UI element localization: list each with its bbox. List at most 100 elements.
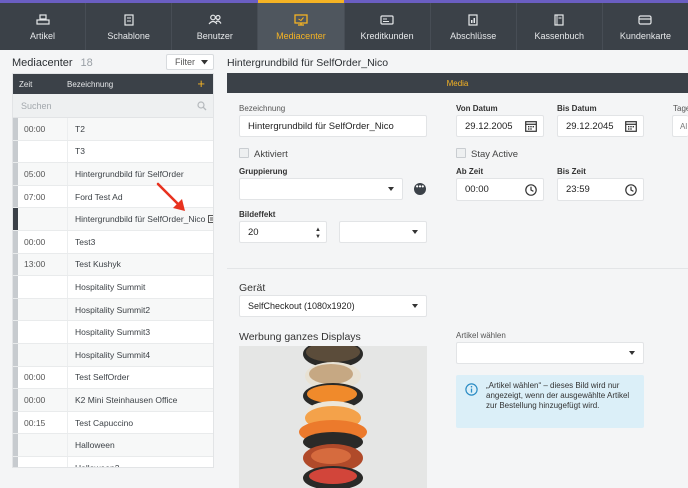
geraet-select[interactable]: SelfCheckout (1080x1920): [239, 295, 427, 317]
media-image-preview[interactable]: [239, 346, 427, 488]
info-icon: [465, 383, 478, 396]
von-datum-value: 29.12.2005: [465, 120, 513, 132]
bezeichnung-label: Bezeichnung: [239, 104, 286, 113]
gruppierung-select[interactable]: [239, 178, 403, 200]
clock-icon[interactable]: [525, 183, 537, 196]
table-row[interactable]: 00:00 Test SelfOrder: [13, 366, 213, 390]
divider: [227, 268, 688, 269]
media-table-header: Zeit Bezeichnung +: [13, 74, 213, 94]
table-row[interactable]: Hospitality Summit3: [13, 321, 213, 344]
chevron-down-icon: [629, 351, 635, 355]
bezeichnung-value: Hintergrundbild für SelfOrder_Nico: [248, 120, 394, 132]
bildeffekt-stepper[interactable]: 20 ▲ ▼: [239, 221, 327, 243]
customer-card-icon: [638, 14, 653, 25]
row-time: 00:00: [24, 394, 46, 405]
table-row[interactable]: 00:00 K2 Mini Steinhausen Office: [13, 389, 213, 412]
bezeichnung-field[interactable]: Hintergrundbild für SelfOrder_Nico: [239, 115, 427, 137]
credit-card-icon: [380, 14, 394, 25]
tage-field[interactable]: Al: [672, 115, 688, 137]
chevron-down-icon: [412, 304, 418, 308]
row-time: 05:00: [24, 168, 46, 179]
bildeffekt-select[interactable]: [339, 221, 427, 243]
row-name: Hintergrundbild für SelfOrder: [67, 163, 213, 185]
nav-abschluesse[interactable]: Abschlüsse: [431, 3, 517, 50]
nav-schablone[interactable]: Schablone: [86, 3, 173, 50]
nav-label: Artikel: [30, 31, 56, 41]
table-row[interactable]: T3: [13, 140, 213, 164]
row-actions: [208, 215, 213, 224]
add-media-button[interactable]: +: [197, 77, 205, 90]
tab-media[interactable]: Media: [447, 79, 469, 88]
nav-kreditkunden[interactable]: Kreditkunden: [345, 3, 431, 50]
users-icon: [208, 14, 222, 25]
bildeffekt-value: 20: [248, 226, 259, 238]
row-time: 00:00: [24, 236, 46, 247]
ab-zeit-label: Ab Zeit: [456, 167, 484, 176]
bis-datum-value: 29.12.2045: [566, 120, 614, 132]
table-row[interactable]: 13:00 Test Kushyk: [13, 253, 213, 277]
nav-kassenbuch[interactable]: Kassenbuch: [517, 3, 603, 50]
chevron-down-icon: [412, 230, 418, 234]
table-row[interactable]: Hospitality Summit4: [13, 343, 213, 367]
table-row[interactable]: 00:00 Test3: [13, 230, 213, 254]
row-time: 13:00: [24, 259, 46, 270]
nav-label: Abschlüsse: [450, 31, 497, 41]
nav-label: Mediacenter: [276, 31, 326, 41]
chevron-down-icon: [388, 187, 394, 191]
stay-active-label: Stay Active: [471, 149, 518, 160]
row-name: Halloween2: [67, 456, 213, 467]
table-row[interactable]: Halloween2: [13, 456, 213, 467]
nav-label: Kundenkarte: [619, 31, 671, 41]
stepper-arrows-icon[interactable]: ▲ ▼: [315, 227, 321, 241]
annotation-arrow-icon: [156, 182, 185, 211]
row-name: Hintergrundbild für SelfOrder_Nico: [75, 214, 206, 225]
nav-kundenkarte[interactable]: Kundenkarte: [603, 3, 688, 50]
nav-artikel[interactable]: Artikel: [0, 3, 87, 50]
table-row[interactable]: 00:00 T2: [13, 118, 213, 141]
copy-icon[interactable]: [208, 215, 213, 224]
report-icon: [466, 13, 480, 26]
search-placeholder: Suchen: [21, 100, 52, 111]
row-time: 00:15: [24, 417, 46, 428]
monitor-icon: [294, 13, 308, 26]
bis-zeit-value: 23:59: [566, 184, 590, 195]
row-name: Hospitality Summit2: [67, 298, 213, 321]
artikel-select[interactable]: [456, 342, 644, 364]
info-box: „Artikel wählen“ – dieses Bild wird nur …: [456, 375, 644, 428]
ab-zeit-value: 00:00: [465, 184, 489, 195]
row-name: Test SelfOrder: [67, 366, 213, 389]
nav-label: Kreditkunden: [360, 31, 414, 41]
row-name: Hospitality Summit4: [67, 343, 213, 366]
table-row[interactable]: Hospitality Summit: [13, 276, 213, 299]
gruppierung-label: Gruppierung: [239, 167, 288, 176]
filter-dropdown[interactable]: Filter: [166, 54, 214, 70]
bis-zeit-field[interactable]: 23:59: [557, 178, 644, 201]
sushi-image: [239, 346, 427, 488]
cash-register-icon: [35, 14, 50, 25]
aktiviert-checkbox[interactable]: [239, 148, 249, 158]
nav-label: Benutzer: [196, 31, 233, 41]
search-input[interactable]: Suchen: [13, 94, 213, 118]
table-row[interactable]: Halloween: [13, 434, 213, 457]
media-count: 18: [80, 57, 93, 69]
table-row[interactable]: Hospitality Summit2: [13, 298, 213, 322]
search-icon: [197, 101, 207, 111]
detail-tabbar: Media: [227, 73, 688, 93]
clock-icon[interactable]: [625, 183, 637, 196]
bis-datum-field[interactable]: 29.12.2045: [557, 115, 644, 137]
more-options-icon[interactable]: •••: [414, 183, 426, 195]
nav-mediacenter[interactable]: Mediacenter: [258, 0, 345, 50]
column-zeit: Zeit: [19, 79, 33, 89]
calendar-icon[interactable]: [625, 120, 637, 132]
row-name: T2: [67, 118, 213, 140]
template-icon: [122, 13, 136, 26]
calendar-icon[interactable]: [525, 120, 537, 132]
column-bezeichnung: Bezeichnung: [67, 79, 114, 89]
table-row[interactable]: 00:15 Test Capuccino: [13, 411, 213, 435]
nav-benutzer[interactable]: Benutzer: [172, 3, 259, 50]
stay-active-checkbox[interactable]: [456, 148, 466, 158]
ab-zeit-field[interactable]: 00:00: [456, 178, 544, 201]
media-list-title: Mediacenter: [12, 57, 73, 69]
von-datum-field[interactable]: 29.12.2005: [456, 115, 544, 137]
row-name: Test Kushyk: [67, 253, 213, 276]
